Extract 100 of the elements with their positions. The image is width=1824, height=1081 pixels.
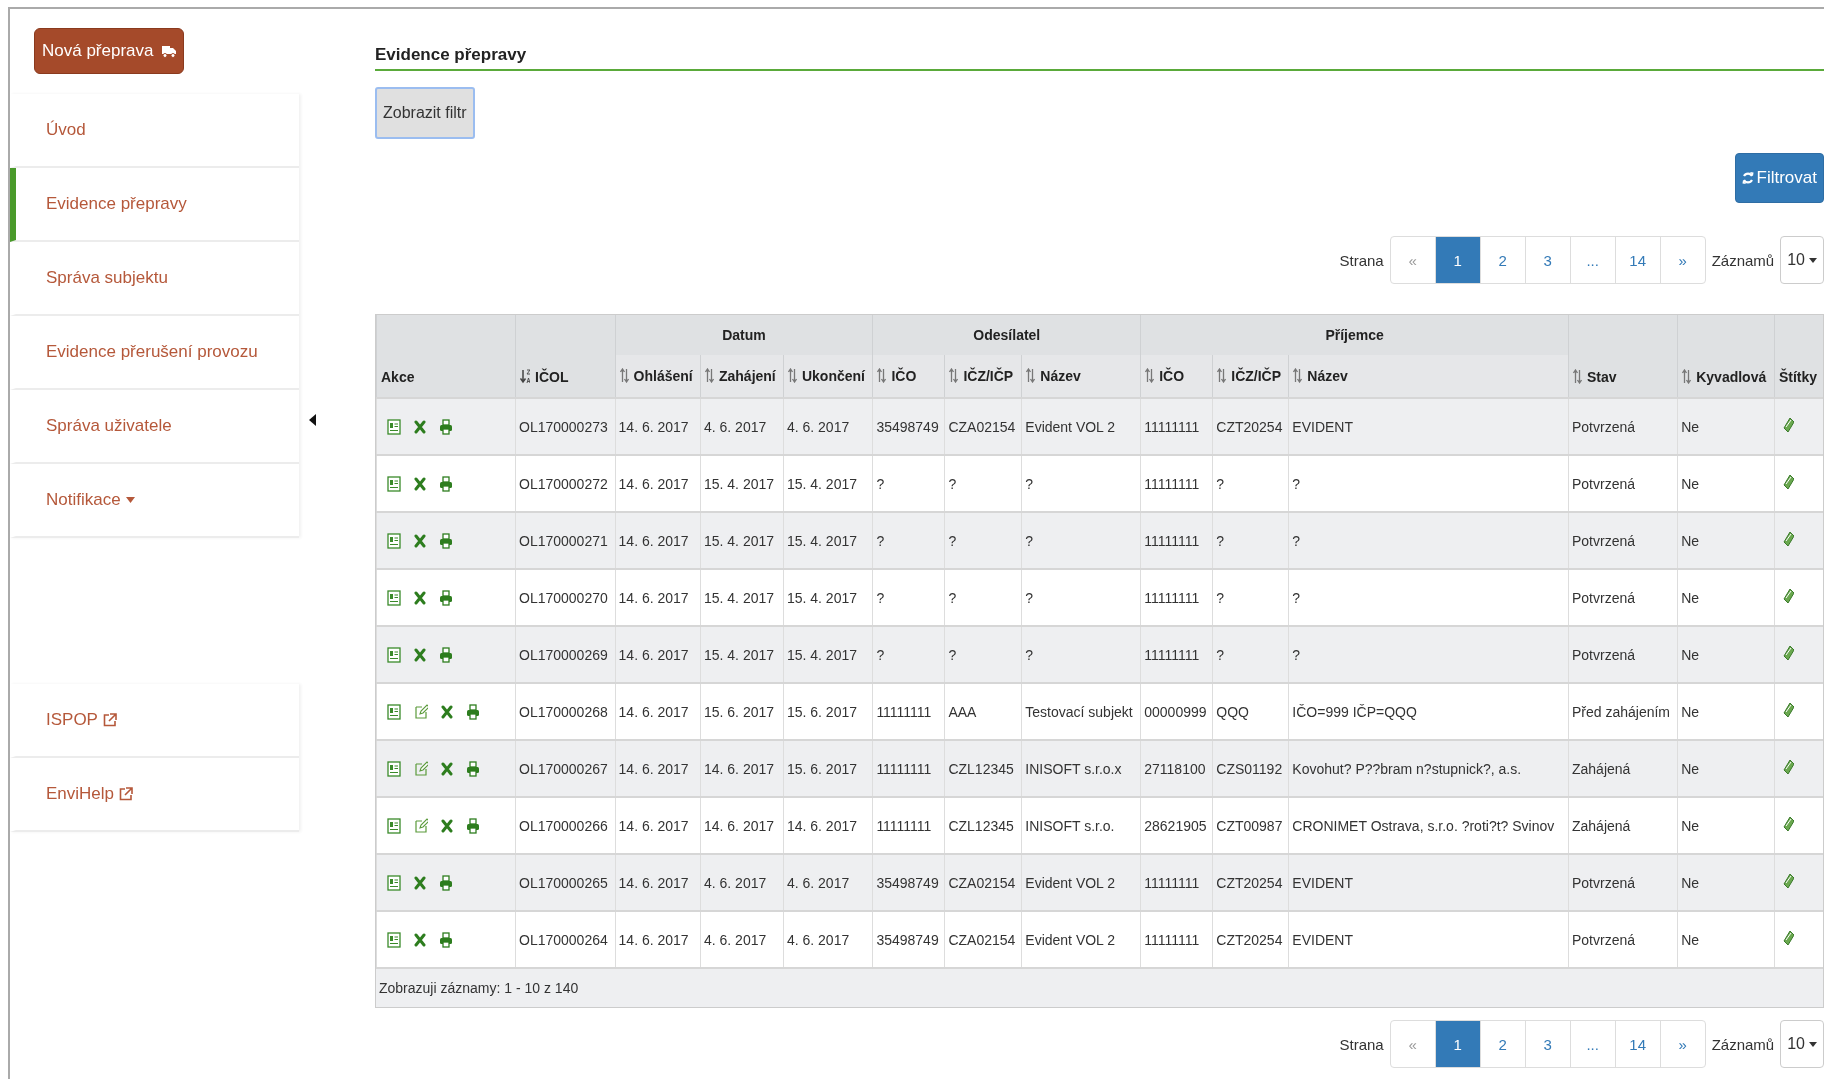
show-filter-button[interactable]: Zobrazit filtr bbox=[375, 87, 475, 139]
table-cell: OL170000265 bbox=[515, 854, 616, 911]
delete-icon[interactable] bbox=[441, 704, 453, 719]
table-cell: ? bbox=[1212, 512, 1289, 569]
edit-icon[interactable] bbox=[414, 817, 428, 834]
page-link[interactable]: « bbox=[1390, 237, 1435, 283]
column-header[interactable]: IČO bbox=[1140, 355, 1213, 398]
detail-card-icon[interactable] bbox=[387, 931, 401, 948]
column-header[interactable]: Název bbox=[1021, 355, 1141, 398]
detail-card-icon[interactable] bbox=[387, 475, 401, 492]
print-icon[interactable] bbox=[439, 874, 453, 891]
detail-card-icon[interactable] bbox=[387, 703, 401, 720]
delete-icon[interactable] bbox=[414, 419, 426, 434]
column-header[interactable]: Ohlášení bbox=[615, 355, 701, 398]
page-link[interactable]: 3 bbox=[1524, 237, 1570, 283]
table-cell: Ne bbox=[1677, 398, 1775, 455]
tag-icon[interactable] bbox=[1782, 474, 1794, 490]
column-header[interactable]: Zahájení bbox=[700, 355, 784, 398]
table-cell: OL170000269 bbox=[515, 626, 616, 683]
tag-icon[interactable] bbox=[1782, 645, 1794, 661]
print-icon[interactable] bbox=[439, 646, 453, 663]
sidebar-item[interactable]: Evidence přepravy bbox=[10, 168, 299, 242]
page-link[interactable]: » bbox=[1659, 237, 1705, 283]
delete-icon[interactable] bbox=[414, 476, 426, 491]
table-cell: CZA02154 bbox=[944, 398, 1022, 455]
print-icon[interactable] bbox=[439, 532, 453, 549]
delete-icon[interactable] bbox=[414, 590, 426, 605]
table-cell: Potvrzená bbox=[1568, 626, 1678, 683]
table-cell: ? bbox=[1021, 512, 1141, 569]
column-header[interactable]: Stav bbox=[1568, 315, 1678, 398]
tag-icon[interactable] bbox=[1782, 531, 1794, 547]
column-header[interactable]: Název bbox=[1288, 355, 1569, 398]
detail-card-icon[interactable] bbox=[387, 532, 401, 549]
column-header[interactable]: IČO bbox=[872, 355, 945, 398]
tag-icon[interactable] bbox=[1782, 588, 1794, 604]
tag-icon[interactable] bbox=[1782, 759, 1794, 775]
page-link[interactable]: 14 bbox=[1614, 1021, 1660, 1067]
detail-card-icon[interactable] bbox=[387, 817, 401, 834]
page-link[interactable]: 2 bbox=[1479, 237, 1525, 283]
page-size-select[interactable]: 10 bbox=[1780, 236, 1824, 284]
print-icon[interactable] bbox=[466, 760, 480, 777]
column-header[interactable]: Ukončení bbox=[783, 355, 873, 398]
tag-icon[interactable] bbox=[1782, 930, 1794, 946]
tag-icon[interactable] bbox=[1782, 873, 1794, 889]
sidebar-item[interactable]: Evidence přerušení provozu bbox=[10, 316, 299, 390]
table-cell: 14. 6. 2017 bbox=[615, 398, 701, 455]
page-size-select[interactable]: 10 bbox=[1780, 1020, 1824, 1068]
tag-icon[interactable] bbox=[1782, 702, 1794, 718]
edit-icon[interactable] bbox=[414, 703, 428, 720]
detail-card-icon[interactable] bbox=[387, 589, 401, 606]
column-header[interactable]: IČOL bbox=[515, 315, 616, 398]
column-header[interactable]: IČZ/IČP bbox=[1212, 355, 1289, 398]
print-icon[interactable] bbox=[466, 817, 480, 834]
table-cell: 11111111 bbox=[1140, 626, 1213, 683]
detail-card-icon[interactable] bbox=[387, 646, 401, 663]
sidebar-item[interactable]: Správa subjektu bbox=[10, 242, 299, 316]
collapse-arrow-icon[interactable] bbox=[309, 414, 316, 426]
page-link[interactable]: 3 bbox=[1524, 1021, 1570, 1067]
page-link[interactable]: 14 bbox=[1614, 237, 1660, 283]
filter-button[interactable]: Filtrovat bbox=[1734, 153, 1824, 203]
column-header[interactable]: IČZ/IČP bbox=[944, 355, 1022, 398]
page-link[interactable]: ... bbox=[1569, 1021, 1615, 1067]
page-link[interactable]: « bbox=[1390, 1021, 1435, 1067]
table-cell: 15. 4. 2017 bbox=[783, 626, 873, 683]
edit-icon[interactable] bbox=[414, 760, 428, 777]
table-cell: 4. 6. 2017 bbox=[783, 854, 873, 911]
sidebar-item[interactable]: Úvod bbox=[10, 94, 299, 168]
delete-icon[interactable] bbox=[414, 533, 426, 548]
tag-icon[interactable] bbox=[1782, 816, 1794, 832]
sidebar-item[interactable]: ISPOP bbox=[10, 684, 299, 758]
table-cell: 14. 6. 2017 bbox=[615, 512, 701, 569]
table-cell: 14. 6. 2017 bbox=[615, 854, 701, 911]
detail-card-icon[interactable] bbox=[387, 418, 401, 435]
delete-icon[interactable] bbox=[414, 647, 426, 662]
table-cell: 4. 6. 2017 bbox=[700, 854, 784, 911]
page-link[interactable]: 2 bbox=[1479, 1021, 1525, 1067]
tag-icon[interactable] bbox=[1782, 417, 1794, 433]
page-link[interactable]: » bbox=[1659, 1021, 1705, 1067]
new-transport-button[interactable]: Nová přeprava bbox=[34, 28, 184, 74]
detail-card-icon[interactable] bbox=[387, 760, 401, 777]
page-link[interactable]: ... bbox=[1569, 237, 1615, 283]
column-header[interactable]: Kyvadlová bbox=[1677, 315, 1775, 398]
print-icon[interactable] bbox=[466, 703, 480, 720]
delete-icon[interactable] bbox=[441, 818, 453, 833]
detail-card-icon[interactable] bbox=[387, 874, 401, 891]
print-icon[interactable] bbox=[439, 931, 453, 948]
table-cell: OL170000271 bbox=[515, 512, 616, 569]
page-link[interactable]: 1 bbox=[1434, 237, 1480, 283]
print-icon[interactable] bbox=[439, 418, 453, 435]
print-icon[interactable] bbox=[439, 475, 453, 492]
sidebar-item[interactable]: Notifikace bbox=[10, 464, 299, 538]
sidebar-item[interactable]: Správa uživatele bbox=[10, 390, 299, 464]
print-icon[interactable] bbox=[439, 589, 453, 606]
sidebar-item[interactable]: EnviHelp bbox=[10, 758, 299, 832]
delete-icon[interactable] bbox=[441, 761, 453, 776]
delete-icon[interactable] bbox=[414, 932, 426, 947]
column-header: Akce bbox=[376, 315, 516, 398]
delete-icon[interactable] bbox=[414, 875, 426, 890]
page-link[interactable]: 1 bbox=[1434, 1021, 1480, 1067]
caret-icon bbox=[1809, 257, 1817, 263]
